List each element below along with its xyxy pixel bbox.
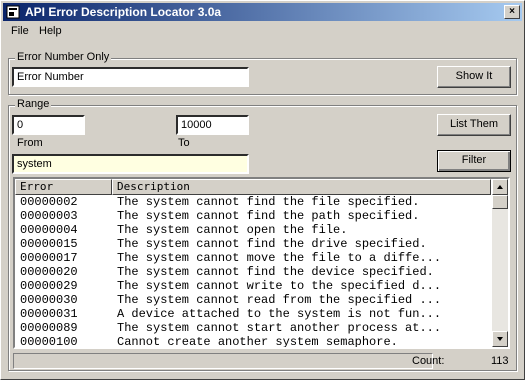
table-row[interactable]: 00000029 The system cannot write to the s… [15,279,491,293]
vertical-scrollbar[interactable] [492,179,508,347]
range-legend: Range [15,98,52,110]
table-row[interactable]: 00000017 The system cannot move the file … [15,251,491,265]
table-row[interactable]: 00000030 The system cannot read from the … [15,293,491,307]
table-row[interactable]: 00000020 The system cannot find the devic… [15,265,491,279]
menu-bar: File Help [3,22,522,41]
count-value: 113 [491,355,509,367]
from-label: From [17,137,43,149]
list-them-button[interactable]: List Them [437,114,511,136]
error-number-legend: Error Number Only [15,51,112,63]
arrow-up-icon [497,185,503,189]
close-icon[interactable]: × [504,5,520,19]
scroll-down-button[interactable] [492,331,508,347]
status-panel [13,353,433,369]
table-row[interactable]: 00000089 The system cannot start another … [15,321,491,335]
table-row[interactable]: 00000004 The system cannot open the file. [15,223,491,237]
scroll-up-button[interactable] [492,179,508,195]
to-input[interactable]: 10000 [176,115,249,135]
menu-help[interactable]: Help [39,25,62,37]
error-number-input[interactable]: Error Number [12,67,249,87]
filter-button[interactable]: Filter [437,150,511,172]
table-row[interactable]: 00000003 The system cannot find the path … [15,209,491,223]
title-bar[interactable]: API Error Description Locator 3.0a × [3,3,522,21]
table-row[interactable]: 00000002 The system cannot find the file … [15,195,491,209]
table-row[interactable]: 00000031 A device attached to the system … [15,307,491,321]
count-label: Count: [412,355,445,367]
window-title: API Error Description Locator 3.0a [25,5,222,19]
table-row[interactable]: 00000015 The system cannot find the drive… [15,237,491,251]
main-window: API Error Description Locator 3.0a × Fil… [0,0,525,380]
list-rows: 00000002 The system cannot find the file … [15,195,491,347]
scroll-thumb[interactable] [492,195,508,209]
column-header-description[interactable]: Description [112,179,491,195]
menu-file[interactable]: File [11,25,29,37]
arrow-down-icon [497,337,503,341]
filter-input[interactable]: system [12,154,249,174]
from-input[interactable]: 0 [12,115,85,135]
to-label: To [178,137,190,149]
table-row[interactable]: 00000100 Cannot create another system sem… [15,335,491,347]
error-list[interactable]: Error Description 00000002 The system can… [13,177,510,349]
app-icon [6,5,20,19]
show-it-button[interactable]: Show It [437,66,511,88]
column-header-error[interactable]: Error [15,179,112,195]
